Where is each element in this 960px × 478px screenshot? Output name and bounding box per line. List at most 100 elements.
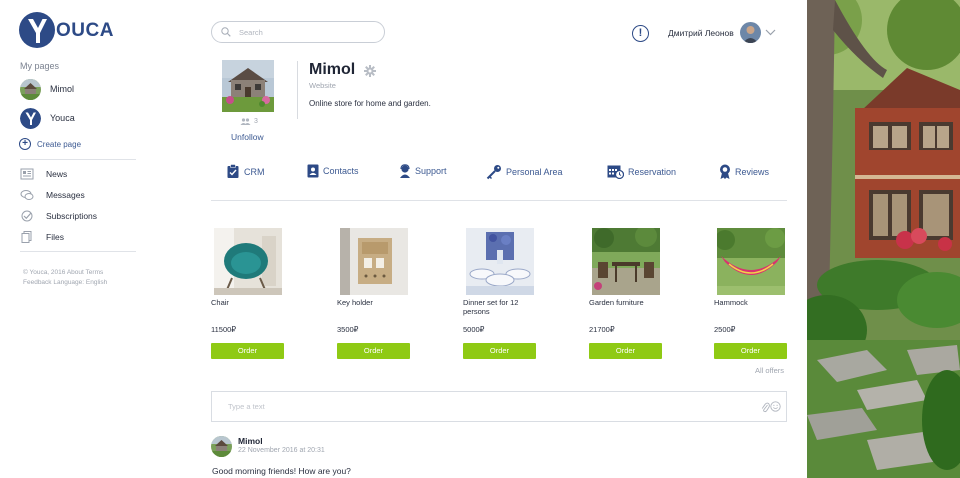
- nav-label: Files: [46, 232, 64, 242]
- followers-count: 3: [240, 118, 258, 125]
- order-button[interactable]: Order: [714, 343, 787, 359]
- language-label: Language:: [53, 279, 85, 286]
- copyright: © Youca, 2016: [23, 269, 66, 276]
- product-card[interactable]: Garden furniture 21700₽ Order: [589, 228, 662, 359]
- search-input[interactable]: [239, 27, 369, 37]
- tab-label: Support: [415, 166, 447, 176]
- all-offers-link[interactable]: All offers: [755, 366, 784, 375]
- search-box[interactable]: [211, 21, 385, 43]
- product-price: 2500₽: [714, 325, 736, 334]
- tab-support[interactable]: Support: [399, 164, 447, 178]
- product-card[interactable]: Chair 11500₽ Order: [211, 228, 284, 359]
- award-icon: [720, 164, 730, 179]
- alert-icon[interactable]: !: [632, 25, 649, 42]
- product-image-key-holder[interactable]: [340, 228, 408, 295]
- background-photo: [807, 0, 960, 478]
- youca-logo[interactable]: OUCA: [19, 12, 114, 48]
- product-card[interactable]: Key holder 3500₽ Order: [337, 228, 410, 359]
- tab-label: Reservation: [628, 166, 677, 177]
- product-name: Dinner set for 12 persons: [463, 298, 519, 316]
- my-page-mimol[interactable]: Mimol: [20, 78, 74, 100]
- page-name: Youca: [50, 113, 75, 123]
- product-image-chair[interactable]: [214, 228, 282, 295]
- product-name: Key holder: [337, 298, 373, 307]
- about-link[interactable]: About: [67, 269, 84, 276]
- tab-label: Contacts: [323, 166, 359, 176]
- nav-subscriptions[interactable]: Subscriptions: [20, 210, 97, 222]
- sidebar-footer: © Youca, 2016 About Terms Feedback Langu…: [23, 268, 107, 288]
- order-button[interactable]: Order: [589, 343, 662, 359]
- post-text-input[interactable]: [228, 402, 728, 411]
- product-image-garden-furniture[interactable]: [592, 228, 660, 295]
- product-price: 3500₽: [337, 325, 359, 334]
- gear-icon[interactable]: [364, 65, 376, 77]
- nav-label: Subscriptions: [46, 211, 98, 221]
- feedback-link[interactable]: Feedback: [23, 279, 52, 286]
- product-price: 21700₽: [589, 325, 615, 334]
- nav-label: Messages: [46, 190, 85, 200]
- tab-label: Reviews: [735, 166, 770, 177]
- subscriptions-icon: [21, 210, 33, 222]
- page-cover-image: [222, 60, 274, 112]
- tabs-divider: [211, 200, 787, 201]
- plus-circle-icon: +: [19, 138, 31, 150]
- emoji-icon[interactable]: [770, 401, 781, 412]
- youca-avatar: [20, 107, 41, 129]
- post-text: Good morning friends! How are you?: [212, 466, 351, 476]
- my-page-youca[interactable]: Youca: [20, 107, 75, 129]
- product-name: Garden furniture: [589, 298, 644, 307]
- page-description: Online store for home and garden.: [309, 99, 431, 108]
- order-button[interactable]: Order: [211, 343, 284, 359]
- product-price: 5000₽: [463, 325, 485, 334]
- order-button[interactable]: Order: [337, 343, 410, 359]
- tab-label: CRM: [244, 166, 265, 177]
- tab-personal-area[interactable]: Personal Area: [486, 164, 563, 180]
- tab-reservation[interactable]: Reservation: [607, 164, 676, 179]
- support-icon: [400, 164, 410, 178]
- page-tabs: CRM Contacts Support Personal Area Reser…: [211, 160, 787, 186]
- user-name: Дмитрий Леонов: [668, 27, 734, 38]
- product-price: 11500₽: [211, 325, 237, 334]
- order-button[interactable]: Order: [463, 343, 536, 359]
- tab-reviews[interactable]: Reviews: [719, 164, 769, 179]
- page-name: Mimol: [50, 84, 74, 94]
- news-icon: [20, 168, 34, 180]
- page-title: Mimol: [309, 61, 356, 78]
- calendar-icon: [607, 165, 624, 179]
- post-timestamp: 22 November 2016 at 20:31: [238, 447, 325, 454]
- people-icon: [240, 118, 251, 125]
- messages-icon: [20, 190, 34, 200]
- product-card[interactable]: Hammock 2500₽ Order: [714, 228, 787, 359]
- user-menu[interactable]: Дмитрий Леонов: [668, 22, 776, 43]
- search-icon: [221, 27, 231, 37]
- terms-link[interactable]: Terms: [86, 269, 104, 276]
- create-page-link[interactable]: + Create page: [19, 138, 81, 150]
- crm-icon: [227, 164, 239, 178]
- files-icon: [21, 231, 32, 243]
- user-avatar: [739, 22, 761, 43]
- product-image-dinner-set[interactable]: [466, 228, 534, 295]
- product-image-hammock[interactable]: [717, 228, 785, 295]
- nav-label: News: [46, 169, 68, 179]
- profile-divider: [297, 61, 298, 119]
- tab-crm[interactable]: CRM: [226, 164, 265, 179]
- language-link[interactable]: English: [86, 279, 107, 286]
- product-name: Hammock: [714, 298, 748, 307]
- nav-files[interactable]: Files: [20, 231, 64, 243]
- unfollow-button[interactable]: Unfollow: [231, 132, 264, 142]
- sidebar-divider: [20, 159, 136, 160]
- nav-messages[interactable]: Messages: [20, 189, 85, 201]
- product-card[interactable]: Dinner set for 12 persons 5000₽ Order: [463, 228, 536, 359]
- mimol-avatar: [20, 78, 41, 100]
- followers-number: 3: [254, 118, 258, 125]
- post-author-avatar[interactable]: [211, 436, 232, 457]
- paperclip-icon[interactable]: [761, 402, 770, 413]
- post-composer[interactable]: [211, 391, 787, 422]
- page-type: Website: [309, 81, 336, 90]
- nav-news[interactable]: News: [20, 168, 67, 180]
- sidebar: OUCA My pages Mimol Youca + Create page: [0, 0, 150, 478]
- tab-contacts[interactable]: Contacts: [307, 164, 359, 178]
- post-author[interactable]: Mimol: [238, 436, 263, 446]
- key-icon: [486, 165, 501, 180]
- contacts-icon: [307, 164, 319, 178]
